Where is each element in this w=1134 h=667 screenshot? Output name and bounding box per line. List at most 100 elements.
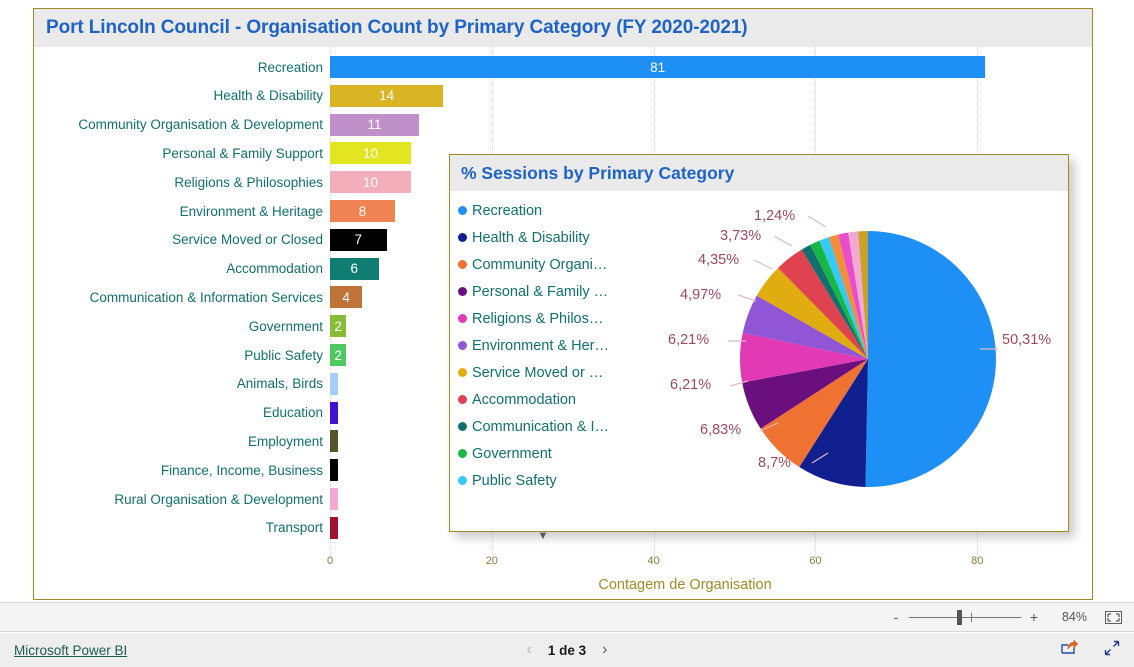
report-canvas: Port Lincoln Council - Organisation Coun… (33, 8, 1093, 600)
pie-slice[interactable] (865, 231, 997, 488)
pie-data-label: 1,24% (754, 208, 796, 224)
bar-value-label: 8 (358, 203, 367, 219)
bar-category-label: Personal & Family Support (162, 145, 323, 161)
bar-value-label: 14 (379, 88, 395, 104)
bar-category-label: Recreation (257, 59, 323, 75)
bar-rect[interactable]: 10 (330, 171, 411, 194)
legend-label: Community Organi… (472, 256, 608, 273)
bar-rect[interactable]: 4 (330, 286, 363, 309)
legend-label: Religions & Philos… (472, 310, 604, 327)
pie-chart-title: % Sessions by Primary Category (450, 155, 1068, 191)
x-axis-tick: 80 (971, 555, 984, 567)
legend-label: Recreation (472, 202, 543, 219)
zoom-percent-label: 84% (1061, 610, 1087, 624)
zoom-slider-thumb[interactable] (957, 609, 962, 625)
bar-category-label: Transport (265, 520, 323, 536)
x-axis-tick: 40 (647, 555, 660, 567)
pie-chart-svg (740, 231, 997, 488)
pie-chart-body: Recreation Health & Disability Community O… (450, 191, 1068, 542)
bar-category-label: Animals, Birds (236, 376, 323, 392)
legend-item[interactable]: Personal & Family … (458, 278, 658, 305)
bar-rect[interactable]: 2 (330, 344, 347, 366)
next-page-button[interactable]: › (602, 641, 607, 659)
page-indicator: 1 de 3 (547, 642, 587, 658)
bar-chart-x-axis-title: Contagem de Organisation (598, 577, 772, 593)
bar-category-label: Service Moved or Closed (172, 232, 323, 248)
bar-value-label: 7 (354, 232, 363, 248)
legend-label: Health & Disability (472, 229, 590, 246)
bar-category-label: Public Safety (244, 347, 323, 363)
legend-label: Government (472, 445, 552, 462)
zoom-in-button[interactable]: + (1027, 609, 1041, 625)
fullscreen-icon[interactable] (1104, 640, 1120, 661)
legend-label: Accommodation (472, 391, 576, 408)
bar-track: 11 (330, 113, 1042, 136)
share-icon[interactable] (1061, 639, 1079, 660)
bar-rect[interactable]: 7 (330, 228, 387, 251)
pie-data-label: 6,21% (670, 377, 712, 393)
legend-color-swatch (458, 314, 467, 323)
bar-chart-row[interactable]: Recreation 81 (34, 56, 1042, 78)
pie-data-label: 4,97% (680, 287, 722, 303)
pie-data-label: 6,21% (668, 332, 710, 348)
page-navigation: ‹ 1 de 3 › (0, 641, 1134, 659)
bar-rect[interactable] (330, 401, 339, 424)
footer-actions (1061, 639, 1120, 661)
legend-item[interactable]: Government (458, 440, 658, 467)
pie-data-label: 4,35% (698, 252, 740, 268)
legend-item[interactable]: Community Organi… (458, 251, 658, 278)
bar-rect[interactable] (330, 430, 339, 453)
legend-label: Service Moved or … (472, 364, 604, 381)
pie-data-label: 8,7% (758, 455, 792, 471)
bar-category-label: Education (262, 405, 323, 421)
bar-category-label: Health & Disability (213, 88, 323, 104)
previous-page-button[interactable]: ‹ (527, 641, 532, 659)
pie-chart-legend[interactable]: Recreation Health & Disability Community O… (458, 197, 658, 494)
bar-value-label: 10 (362, 145, 378, 161)
bar-rect[interactable]: 11 (330, 113, 419, 136)
bar-rect[interactable] (330, 372, 339, 395)
legend-label: Public Safety (472, 472, 557, 489)
legend-label: Personal & Family … (472, 283, 609, 300)
pie-chart-area[interactable]: 50,31% 8,7% 6,83% 6,21% 6,21% 4,97% 4,35% 3,73%… (650, 191, 1068, 531)
pie-chart-visual[interactable]: % Sessions by Primary Category Recreatio… (449, 154, 1069, 542)
zoom-slider[interactable] (909, 609, 1021, 625)
legend-item[interactable]: Environment & Her… (458, 332, 658, 359)
legend-item[interactable]: Communication & I… (458, 413, 658, 440)
bar-category-label: Religions & Philosophies (174, 174, 323, 190)
bar-chart-row[interactable]: Community Organisation & Development 11 (34, 113, 1042, 136)
bar-value-label: 81 (650, 59, 666, 75)
legend-color-swatch (458, 233, 467, 242)
bar-chart-title: Port Lincoln Council - Organisation Coun… (34, 9, 1092, 47)
bar-category-label: Finance, Income, Business (160, 462, 323, 478)
chevron-down-icon[interactable]: ▼ (532, 531, 554, 542)
bar-rect[interactable] (330, 488, 339, 510)
legend-item[interactable]: Recreation (458, 197, 658, 224)
legend-item[interactable]: Service Moved or … (458, 359, 658, 386)
bar-rect[interactable]: 2 (330, 315, 347, 338)
bar-track: 14 (330, 84, 1042, 107)
bar-chart-row[interactable]: Health & Disability 14 (34, 84, 1042, 107)
bar-value-label: 2 (334, 318, 342, 334)
bar-rect[interactable]: 6 (330, 257, 379, 280)
bar-rect[interactable]: 14 (330, 84, 444, 107)
bar-rect[interactable] (330, 516, 339, 539)
legend-color-swatch (458, 260, 467, 269)
zoom-out-button[interactable]: - (889, 609, 903, 625)
legend-item[interactable]: Public Safety (458, 467, 658, 494)
bar-rect[interactable]: 8 (330, 200, 395, 222)
x-axis-tick: 0 (326, 555, 334, 567)
bar-category-label: Rural Organisation & Development (114, 491, 323, 507)
legend-item[interactable]: Health & Disability (458, 224, 658, 251)
bar-category-label: Communication & Information Services (89, 289, 323, 305)
bar-rect[interactable]: 10 (330, 142, 411, 165)
zoom-toolbar[interactable]: - + 84% (0, 602, 1134, 632)
legend-color-swatch (458, 368, 467, 377)
bar-rect[interactable]: 81 (330, 56, 986, 78)
legend-item[interactable]: Accommodation (458, 386, 658, 413)
bar-category-label: Employment (247, 433, 323, 449)
zoom-slider-notch (971, 612, 972, 622)
legend-item[interactable]: Religions & Philos… (458, 305, 658, 332)
fit-to-page-icon[interactable] (1105, 610, 1122, 624)
bar-rect[interactable] (330, 459, 339, 482)
